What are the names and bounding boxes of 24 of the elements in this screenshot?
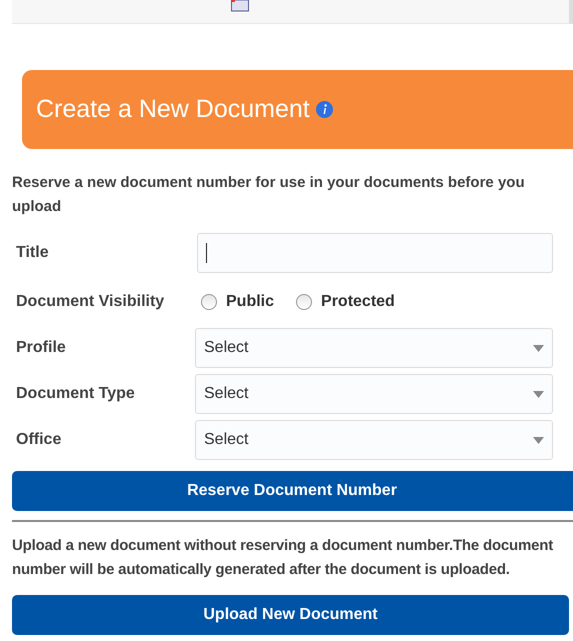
radio-label[interactable]: Protected [321,290,395,314]
field-label: Title [16,243,50,263]
field-label: Document Type [16,384,136,404]
text-cursor [206,243,207,263]
caret-icon [533,390,544,398]
upload-button[interactable]: Upload New Document [12,595,569,635]
caret-icon [533,436,544,444]
radio-label[interactable]: Public [226,290,274,314]
dropdown[interactable]: Select [195,420,553,460]
dropdown[interactable]: Select [195,328,553,368]
field-label: Document Visibility [16,292,166,312]
field-label: Office [16,430,62,450]
page-title: Create a New Document [36,97,310,122]
upload-description: Upload a new document without reserving a document number.The document number will be automatically generated after the document is uploaded. [12,536,554,580]
radio-button[interactable] [296,294,312,310]
reserve-description: Reserve a new document number for use in your documents before you upload [12,173,526,217]
reserve-button[interactable]: Reserve Document Number [12,471,573,511]
dropdown[interactable]: Select [195,374,553,414]
field-label: Profile [16,338,67,358]
title-field[interactable] [197,233,553,273]
image-icon [231,0,249,12]
radio-button[interactable] [201,294,217,310]
info-icon[interactable] [316,101,333,118]
caret-icon [533,344,544,352]
